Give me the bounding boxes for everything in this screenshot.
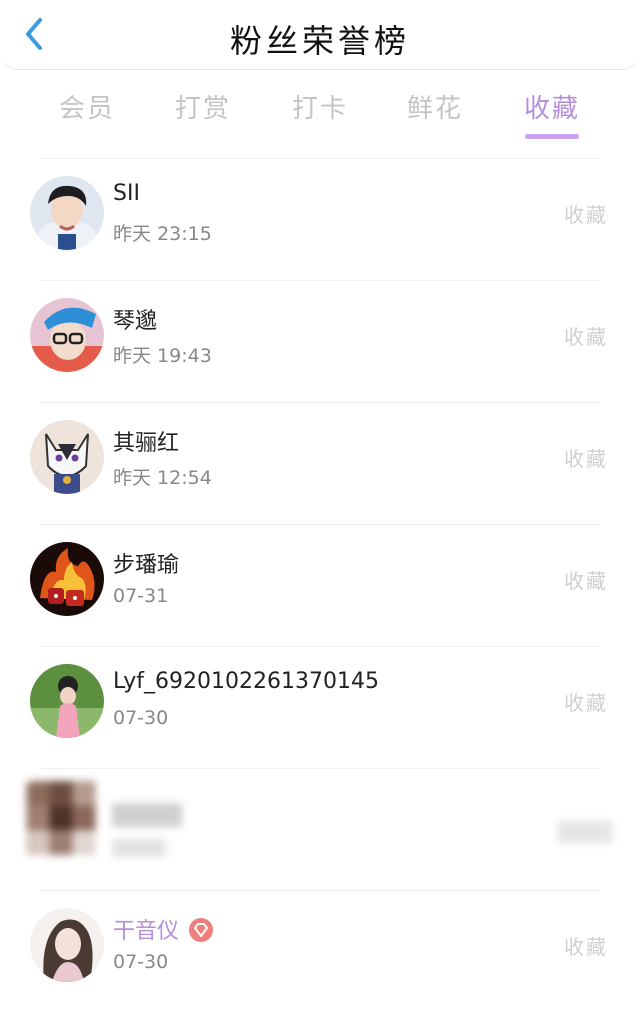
action-obscured bbox=[558, 821, 612, 843]
fan-name: 其骊红 bbox=[113, 431, 180, 456]
fan-name-text: 干音仪 bbox=[113, 919, 180, 944]
tab-bar: 会员 打赏 打卡 鲜花 收藏 bbox=[0, 80, 640, 144]
favorite-label: 收藏 bbox=[564, 569, 608, 593]
fan-name: 步璠瑜 bbox=[113, 553, 180, 578]
fan-time: 07-31 bbox=[113, 585, 169, 607]
list-item[interactable]: SII 昨天 23:15 收藏 bbox=[0, 159, 640, 280]
favorite-label: 收藏 bbox=[564, 935, 608, 959]
list-item[interactable]: 其骊红 昨天 12:54 收藏 bbox=[0, 403, 640, 524]
fan-name: 琴邈 bbox=[113, 309, 158, 334]
page-title: 粉丝荣誉榜 bbox=[229, 22, 410, 60]
fan-time: 昨天 12:54 bbox=[113, 467, 212, 489]
avatar[interactable] bbox=[30, 908, 104, 982]
name-obscured bbox=[112, 803, 182, 827]
favorite-label: 收藏 bbox=[564, 325, 608, 349]
list-item[interactable]: 步璠瑜 07-31 收藏 bbox=[0, 525, 640, 646]
avatar[interactable] bbox=[30, 298, 104, 372]
avatar[interactable] bbox=[30, 664, 104, 738]
fan-name: 干音仪 bbox=[113, 913, 214, 945]
list-item[interactable]: 干音仪 07-30 收藏 bbox=[0, 891, 640, 1012]
tab-flowers[interactable]: 鲜花 bbox=[395, 88, 475, 125]
top-bar: 粉丝荣誉榜 bbox=[0, 0, 640, 70]
active-tab-indicator bbox=[525, 134, 579, 139]
favorite-label: 收藏 bbox=[564, 691, 608, 715]
tab-favorites[interactable]: 收藏 bbox=[512, 88, 592, 125]
list-item[interactable]: 琴邈 昨天 19:43 收藏 bbox=[0, 281, 640, 402]
fan-time: 昨天 23:15 bbox=[113, 223, 212, 245]
tab-checkin[interactable]: 打卡 bbox=[280, 88, 360, 125]
fan-time: 07-30 bbox=[113, 707, 169, 729]
fan-name: Lyf_6920102261370145 bbox=[113, 669, 379, 694]
time-obscured bbox=[112, 839, 166, 857]
fan-time: 昨天 19:43 bbox=[113, 345, 212, 367]
avatar[interactable] bbox=[30, 420, 104, 494]
tab-reward[interactable]: 打赏 bbox=[163, 88, 243, 125]
fan-name: SII bbox=[113, 181, 140, 206]
avatar[interactable] bbox=[30, 542, 104, 616]
fan-list: SII 昨天 23:15 收藏 琴邈 昨天 19:43 收藏 其骊红 昨天 12… bbox=[0, 158, 640, 1012]
avatar-obscured bbox=[24, 781, 108, 871]
tab-member[interactable]: 会员 bbox=[47, 88, 127, 125]
favorite-label: 收藏 bbox=[564, 203, 608, 227]
vip-diamond-icon bbox=[189, 918, 214, 942]
fan-time: 07-30 bbox=[113, 951, 169, 973]
avatar[interactable] bbox=[30, 176, 104, 250]
favorite-label: 收藏 bbox=[564, 447, 608, 471]
list-item[interactable]: Lyf_6920102261370145 07-30 收藏 bbox=[0, 647, 640, 768]
list-item-obscured[interactable] bbox=[0, 769, 640, 890]
